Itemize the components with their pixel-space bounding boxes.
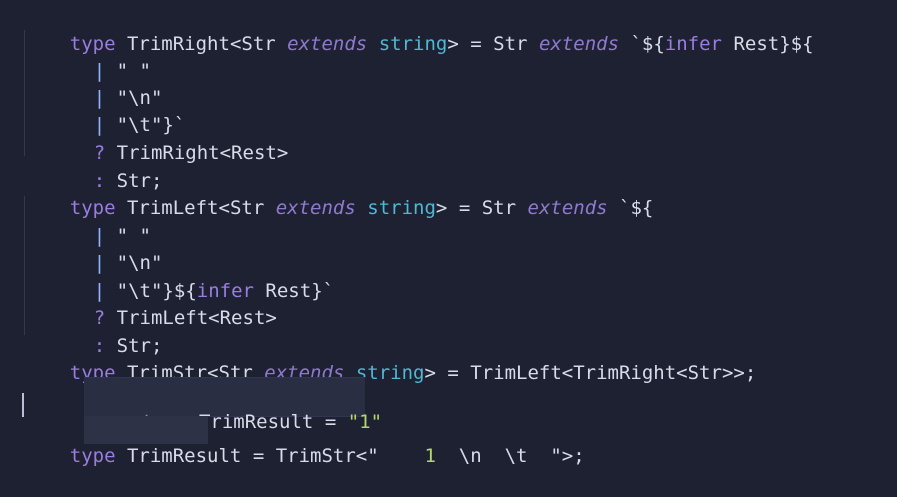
rest-name: Rest — [733, 33, 780, 55]
code-line-4[interactable]: | "\t"}` — [48, 85, 186, 136]
keyword-infer: infer — [664, 33, 722, 55]
lhs-name: Str — [481, 197, 517, 219]
lhs-name: Str — [493, 33, 528, 55]
angle-open: < — [229, 33, 242, 55]
code-line-7[interactable]: type TrimLeft<Str extends string> = Str … — [24, 168, 654, 219]
keyword-extends: extends — [538, 33, 620, 55]
type-param: Str — [241, 33, 276, 55]
code-line-12[interactable]: : Str; — [48, 306, 163, 357]
hover-tooltip-text: type TrimResult = "1" — [96, 382, 382, 433]
equals: = — [252, 445, 265, 467]
template-close: }` — [311, 280, 335, 302]
code-line-14[interactable]: type TrimResult = TrimStr<" 1 \n \t ">; — [24, 416, 585, 467]
code-editor[interactable]: type TrimRight<Str extends string> = Str… — [0, 0, 897, 467]
code-line-13[interactable]: type TrimStr<Str extends string> = TrimL… — [24, 333, 757, 384]
equals: = — [470, 33, 482, 55]
number-one: 1 — [424, 445, 436, 467]
keyword-type: type — [69, 445, 116, 467]
angle-close: > — [435, 197, 448, 219]
code-line-9[interactable]: | "\n" — [48, 223, 163, 274]
template-start: `${ — [630, 33, 665, 55]
code-line-11[interactable]: ? TrimLeft<Rest> — [48, 278, 277, 329]
template-end: }${ — [779, 33, 814, 55]
template-start: `${ — [619, 197, 654, 219]
code-line-2[interactable]: | " " — [48, 31, 151, 82]
code-line-8[interactable]: | " " — [48, 196, 151, 247]
type-param: Str — [229, 197, 265, 219]
escape-newline: \n — [458, 445, 482, 467]
equals: = — [458, 197, 471, 219]
code-line-1[interactable]: type TrimRight<Str extends string> = Str… — [24, 4, 814, 55]
keyword-extends: extends — [287, 33, 368, 55]
code-line-10[interactable]: | "\t"}${infer Rest}` — [48, 251, 334, 302]
keyword-extends: extends — [527, 197, 608, 219]
code-line-6[interactable]: : Str; — [48, 141, 163, 192]
constraint-type: string — [367, 197, 436, 219]
trim-call: TrimStr<" — [275, 445, 379, 467]
equals: = — [447, 362, 459, 384]
escape-tab: \t — [504, 445, 528, 467]
code-line-5[interactable]: ? TrimRight<Rest> — [48, 113, 289, 164]
right-hand-side: TrimLeft<TrimRight<Str>>; — [470, 362, 757, 384]
angle-close: > — [424, 362, 436, 384]
text-cursor — [22, 393, 24, 417]
angle-open: < — [218, 197, 230, 219]
code-line-3[interactable]: | "\n" — [48, 58, 163, 109]
string-end: ">; — [550, 445, 585, 467]
highlighted-type-name[interactable]: TrimResult — [127, 445, 241, 467]
angle-close: > — [447, 33, 459, 55]
constraint-type: string — [355, 362, 425, 384]
keyword-extends: extends — [275, 197, 356, 219]
constraint-type: string — [378, 33, 448, 55]
